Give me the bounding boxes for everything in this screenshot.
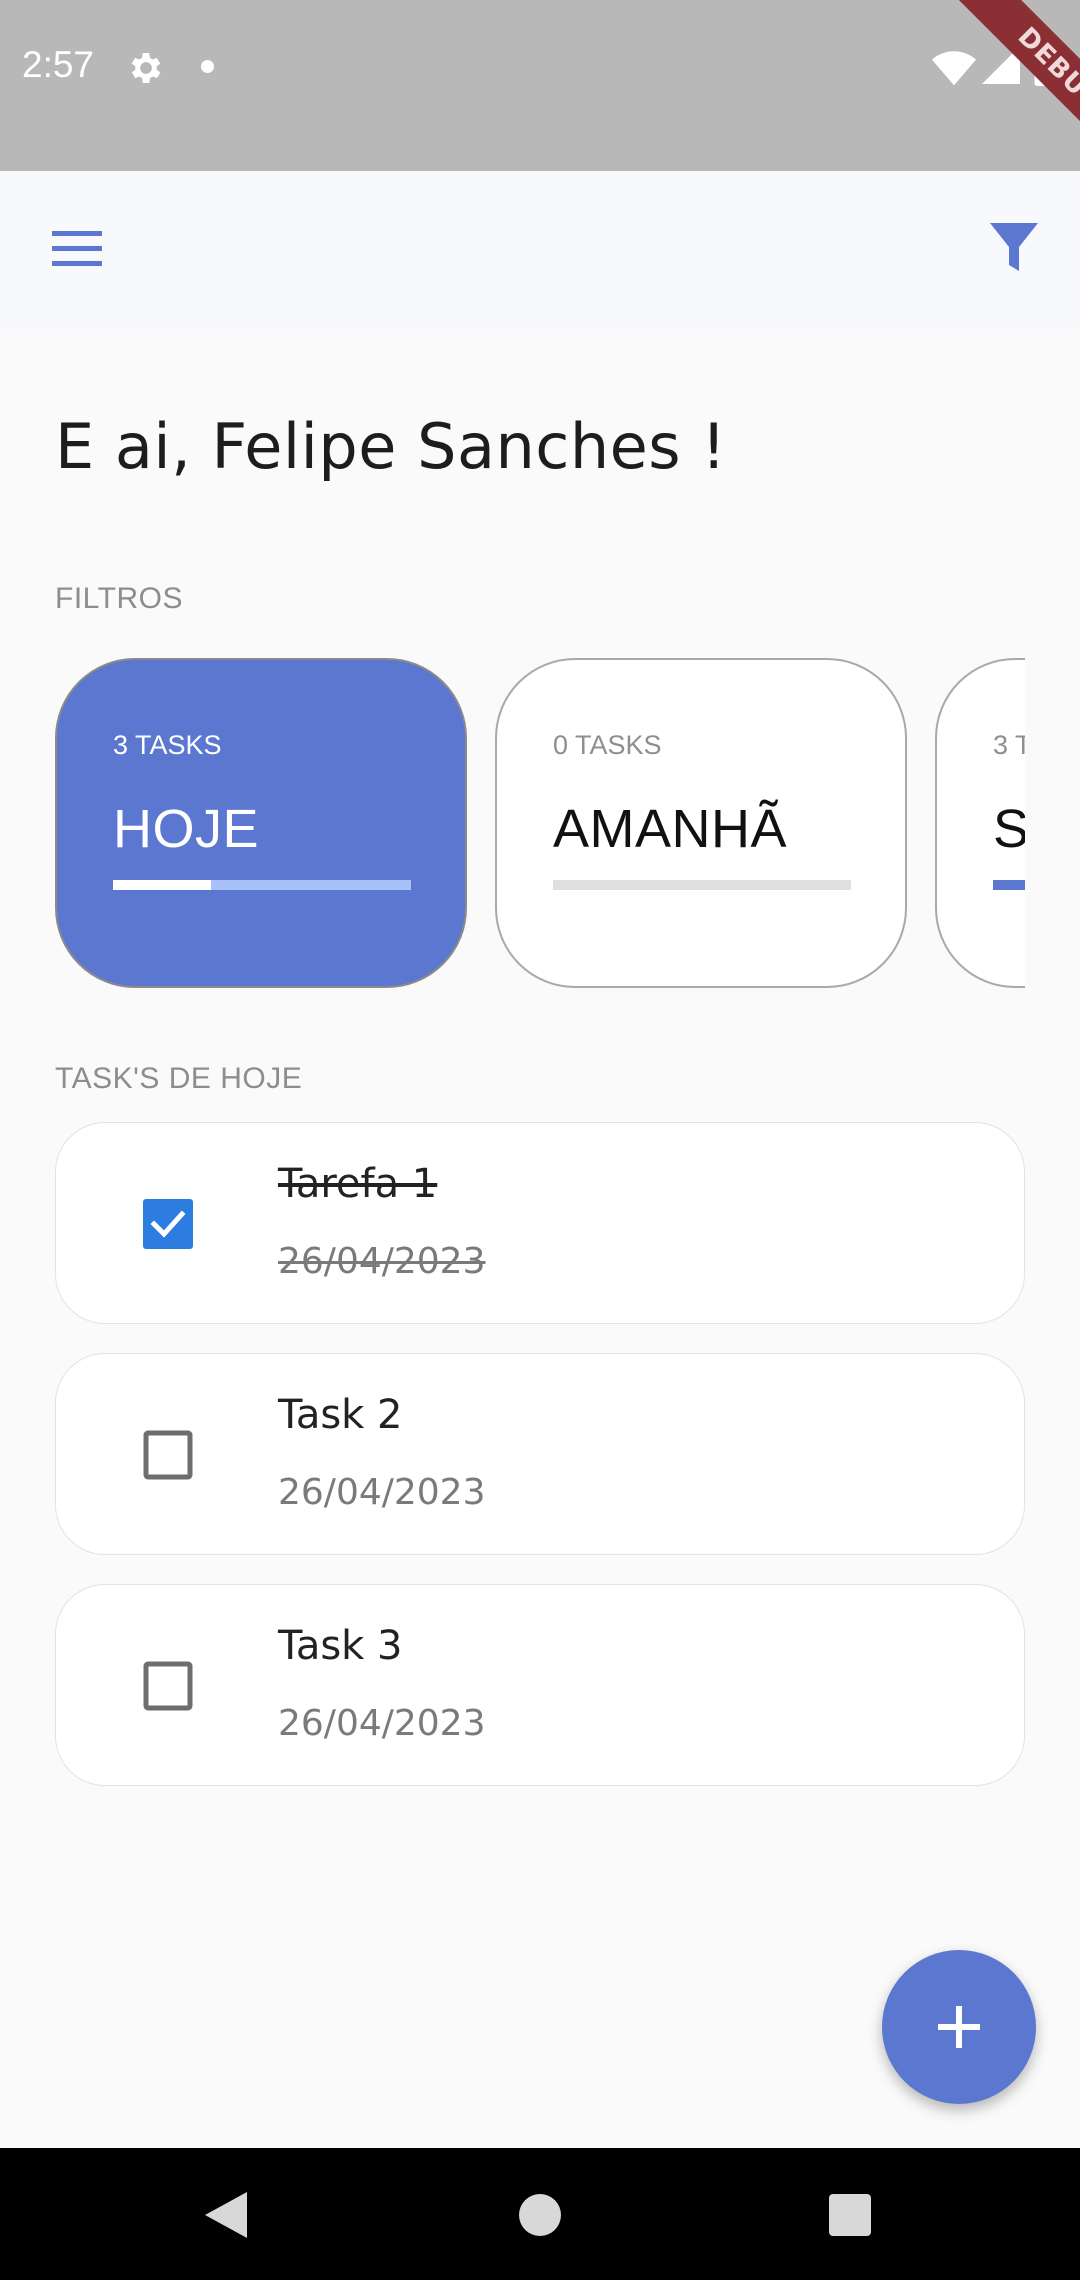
notification-dot-icon [201, 60, 214, 73]
recents-icon[interactable] [829, 2194, 871, 2236]
task-date: 26/04/2023 [278, 1472, 486, 1513]
filters-carousel[interactable]: 3 TASKS HOJE 0 TASKS AMANHÃ 3 TASKS S [55, 658, 1025, 988]
filter-name: AMANHÃ [553, 799, 788, 859]
filter-card-third[interactable]: 3 TASKS S [935, 658, 1025, 988]
checkbox-unchecked-icon[interactable] [143, 1430, 193, 1480]
back-icon[interactable] [205, 2192, 247, 2238]
task-date: 26/04/2023 [278, 1241, 486, 1282]
task-title: Task 3 [278, 1623, 403, 1669]
filter-name: S [993, 799, 1025, 859]
filter-progress-bar [113, 880, 411, 890]
task-title: Tarefa 1 [278, 1161, 438, 1207]
debug-banner: DEBUG [910, 0, 1080, 170]
filter-card-tomorrow[interactable]: 0 TASKS AMANHÃ [495, 658, 907, 988]
task-item[interactable]: Task 3 26/04/2023 [55, 1584, 1025, 1786]
checkbox-checked-icon[interactable] [143, 1199, 193, 1249]
filter-card-today[interactable]: 3 TASKS HOJE [55, 658, 467, 988]
filter-count: 3 TASKS [113, 730, 222, 760]
filter-progress-fill [113, 880, 212, 890]
filter-count: 3 TASKS [993, 730, 1025, 760]
filter-count: 0 TASKS [553, 730, 662, 760]
gear-icon [131, 53, 161, 83]
filter-progress-fill [993, 880, 1025, 890]
debug-banner-label: DEBUG [952, 0, 1080, 170]
menu-icon[interactable] [52, 229, 102, 269]
today-tasks-section-label: TASK'S DE HOJE [55, 1062, 303, 1095]
filter-icon[interactable] [990, 223, 1038, 273]
filter-progress-bar [553, 880, 851, 890]
filter-name: HOJE [113, 799, 260, 859]
greeting-title: E ai, Felipe Sanches ! [55, 410, 727, 483]
filter-progress-bar [993, 880, 1025, 890]
plus-icon [938, 2006, 980, 2048]
app-bar [0, 171, 1080, 331]
task-item[interactable]: Task 2 26/04/2023 [55, 1353, 1025, 1555]
system-nav-bar [0, 2148, 1080, 2280]
task-date: 26/04/2023 [278, 1703, 486, 1744]
checkbox-unchecked-icon[interactable] [143, 1661, 193, 1711]
filters-section-label: FILTROS [55, 582, 183, 615]
task-item[interactable]: Tarefa 1 26/04/2023 [55, 1122, 1025, 1324]
add-task-button[interactable] [882, 1950, 1036, 2104]
home-icon[interactable] [519, 2194, 561, 2236]
status-time: 2:57 [22, 44, 95, 85]
task-title: Task 2 [278, 1392, 403, 1438]
status-bar: 2:57 DEBUG [0, 0, 1080, 171]
